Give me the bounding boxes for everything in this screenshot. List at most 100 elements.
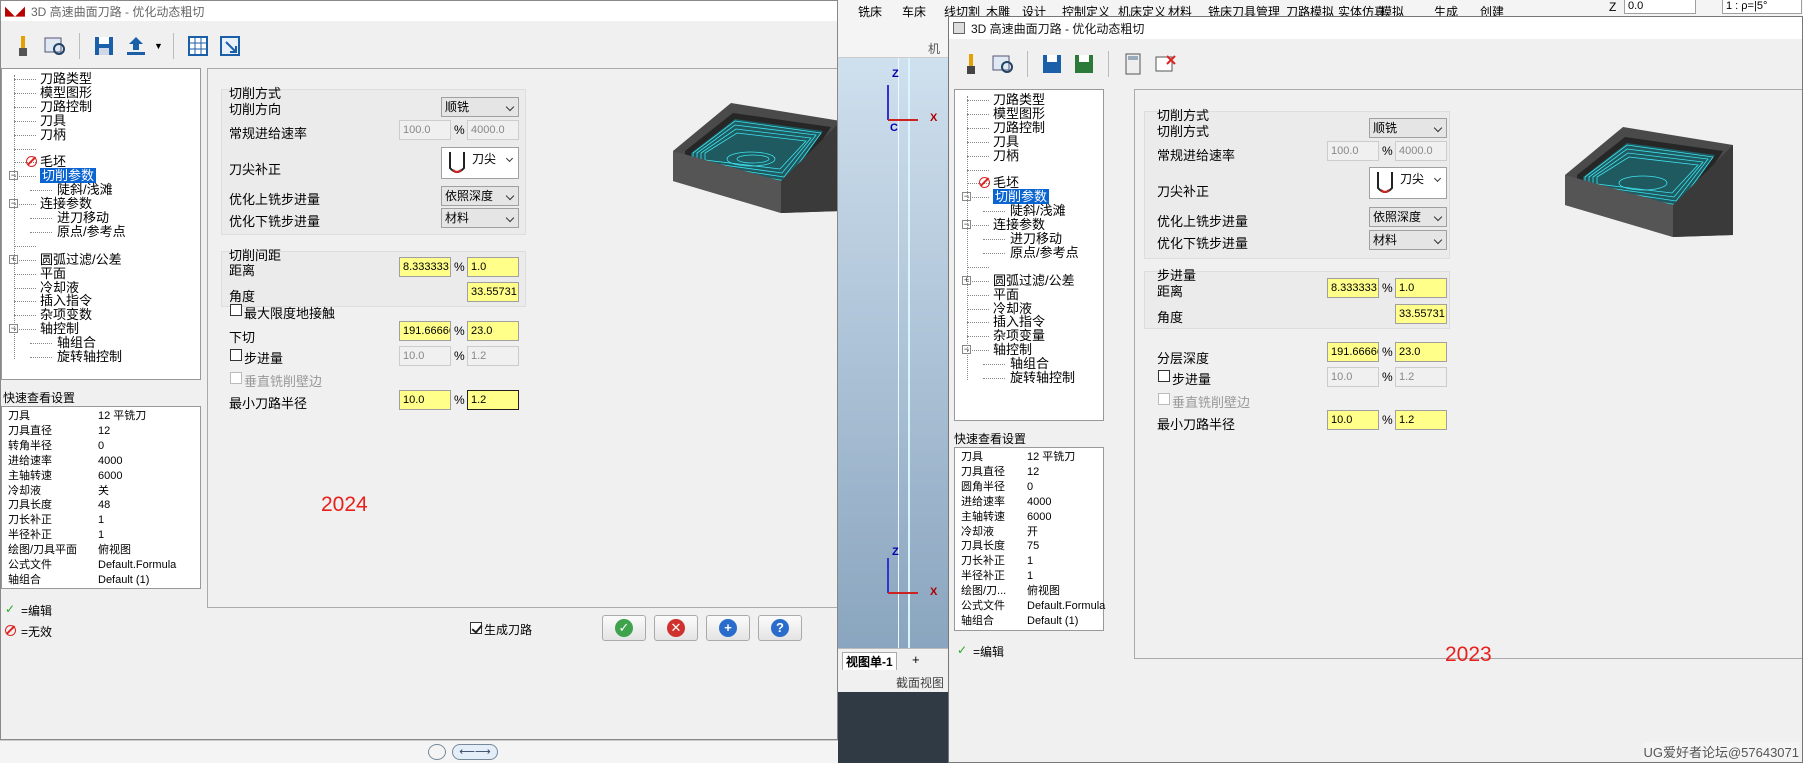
delete-icon[interactable] bbox=[1151, 50, 1179, 78]
arrow-nav-icon[interactable]: ⟵⟶ bbox=[452, 744, 498, 760]
min-radius-input[interactable]: 1.2 bbox=[467, 390, 519, 410]
axis-x-label-2: X bbox=[930, 586, 938, 598]
quick-view-value: 12 平铣刀 bbox=[1027, 451, 1076, 463]
angle-input[interactable]: 33.55731 bbox=[1395, 304, 1447, 324]
tree-item-label: 毛坯 bbox=[993, 175, 1020, 191]
down-cut-input[interactable]: 23.0 bbox=[467, 321, 519, 341]
stepover-checkbox[interactable] bbox=[1158, 370, 1170, 382]
graphics-viewport[interactable]: Z X C Z X bbox=[838, 58, 948, 648]
distance-input[interactable]: 1.0 bbox=[467, 257, 519, 277]
distance-percent-input[interactable]: 8.333333 bbox=[399, 257, 451, 277]
tip-comp-tool-icon bbox=[449, 152, 465, 173]
cancel-button[interactable]: ✕ bbox=[654, 615, 698, 641]
calculator-icon[interactable] bbox=[1119, 50, 1147, 78]
feed-rate-input[interactable]: 4000.0 bbox=[1395, 141, 1447, 161]
dialog-2024-title: 3D 高速曲面刀路 - 优化动态粗切 bbox=[31, 4, 205, 19]
tip-comp-select[interactable]: 刀尖 bbox=[441, 147, 519, 179]
tree-connector bbox=[14, 259, 36, 261]
version-label-2023: 2023 bbox=[1445, 643, 1492, 666]
save-as-icon[interactable] bbox=[1070, 50, 1098, 78]
opt-up-step-select[interactable]: 依照深度 bbox=[441, 186, 519, 206]
quick-view-key: 半径补正 bbox=[8, 529, 52, 542]
tree-connector bbox=[14, 106, 36, 108]
ribbon-tab[interactable]: 车床 bbox=[902, 3, 926, 20]
ribbon-tab[interactable]: 铣床 bbox=[858, 3, 882, 20]
ok-button[interactable]: ✓ bbox=[602, 615, 646, 641]
quick-view-row: 公式文件 Default.Formula bbox=[961, 599, 1105, 614]
tree-item-label: 冷却液 bbox=[40, 279, 80, 295]
stepover-checkbox[interactable] bbox=[230, 349, 242, 361]
opt-up-step-select[interactable]: 依照深度 bbox=[1369, 207, 1447, 227]
tree-item-label: 原点/参考点 bbox=[57, 223, 126, 239]
tree-item-label: 插入指令 bbox=[993, 314, 1046, 330]
down-cut-percent-input[interactable]: 191.66666 bbox=[399, 321, 451, 341]
help-button[interactable]: ? bbox=[758, 615, 802, 641]
export-dropdown-icon[interactable]: ▼ bbox=[154, 41, 163, 51]
feed-rate-input[interactable]: 4000.0 bbox=[467, 120, 519, 140]
min-radius-percent-input[interactable]: 10.0 bbox=[1327, 410, 1379, 430]
quick-view-row: 刀具长度 48 bbox=[8, 498, 196, 513]
distance-percent-input[interactable]: 8.333333 bbox=[1327, 278, 1379, 298]
feed-rate-label: 常规进给速率 bbox=[229, 126, 308, 141]
feed-rate-percent-input[interactable]: 100.0 bbox=[399, 120, 451, 140]
tree-item[interactable]: 原点/参考点 bbox=[1010, 245, 1079, 261]
refresh-icon[interactable] bbox=[428, 744, 446, 760]
generate-toolpath-checkbox[interactable] bbox=[470, 622, 482, 634]
tree-connector bbox=[30, 231, 52, 233]
min-radius-label: 最小刀路半径 bbox=[1157, 417, 1236, 432]
tree-item[interactable]: 刀柄 bbox=[40, 127, 66, 143]
distance-input[interactable]: 1.0 bbox=[1395, 278, 1447, 298]
scale-input[interactable]: 1 : ρ=|5° bbox=[1722, 0, 1802, 14]
quick-view-key: 刀具 bbox=[8, 410, 30, 422]
opt-down-step-select[interactable]: 材料 bbox=[441, 208, 519, 228]
tool-select-icon[interactable] bbox=[957, 50, 985, 78]
calculator-icon[interactable] bbox=[184, 32, 212, 60]
z-depth-input[interactable]: 0.0 bbox=[1624, 0, 1696, 14]
save-icon[interactable] bbox=[90, 32, 118, 60]
invalid-icon bbox=[26, 156, 37, 168]
vertical-wall-checkbox[interactable] bbox=[1158, 393, 1170, 405]
min-radius-percent-input[interactable]: 10.0 bbox=[399, 390, 451, 410]
stepover-percent-input[interactable]: 10.0 bbox=[1327, 367, 1379, 387]
depth-cut-percent-input[interactable]: 191.66666 bbox=[1327, 342, 1379, 362]
quick-view-key: 进给速率 bbox=[8, 454, 52, 467]
feed-rate-percent-input[interactable]: 100.0 bbox=[1327, 141, 1379, 161]
tree-item[interactable]: 刀柄 bbox=[993, 148, 1019, 164]
stepover-input[interactable]: 1.2 bbox=[467, 346, 519, 366]
tree-item-label: 旋转轴控制 bbox=[1010, 370, 1076, 385]
preview-icon[interactable] bbox=[41, 32, 69, 60]
depth-cut-input[interactable]: 23.0 bbox=[1395, 342, 1447, 362]
tree-item[interactable]: 旋转轴控制 bbox=[57, 349, 122, 365]
angle-input[interactable]: 33.55731 bbox=[467, 282, 519, 302]
preview-icon[interactable] bbox=[989, 50, 1017, 78]
viewsheet-tab[interactable]: 视图单-1 bbox=[842, 652, 897, 671]
quick-view-title: 快速查看设置 bbox=[3, 391, 76, 405]
save-icon[interactable] bbox=[1038, 50, 1066, 78]
tree-connector bbox=[967, 100, 989, 101]
cut-direction-select[interactable]: 顺铣 bbox=[441, 97, 519, 117]
vertical-wall-checkbox[interactable] bbox=[230, 372, 242, 384]
min-radius-input[interactable]: 1.2 bbox=[1395, 410, 1447, 430]
tool-select-icon[interactable] bbox=[9, 32, 37, 60]
stepover-input[interactable]: 1.2 bbox=[1395, 367, 1447, 387]
tree-item-label: 进刀移动 bbox=[1010, 231, 1063, 246]
select-arrow-icon[interactable] bbox=[216, 32, 244, 60]
distance-label: 距离 bbox=[1157, 284, 1184, 299]
toolbar-separator-2 bbox=[1108, 51, 1109, 77]
quick-view-key: 刀长补正 bbox=[8, 514, 52, 527]
apply-button[interactable]: + bbox=[706, 615, 750, 641]
cut-direction-select[interactable]: 顺铣 bbox=[1369, 118, 1447, 138]
tree-connector bbox=[14, 92, 36, 94]
opt-down-step-select[interactable]: 材料 bbox=[1369, 230, 1447, 250]
add-viewsheet-button[interactable]: + bbox=[912, 652, 920, 667]
stepover-percent-input[interactable]: 10.0 bbox=[399, 346, 451, 366]
quick-view-row: 轴组合 Default (1) bbox=[8, 573, 196, 588]
quick-view-key: 半径补正 bbox=[961, 570, 1005, 583]
tree-item[interactable]: 原点/参考点 bbox=[57, 224, 126, 240]
tree-item[interactable]: 旋转轴控制 bbox=[1010, 370, 1075, 386]
tip-comp-select[interactable]: 刀尖 bbox=[1369, 167, 1447, 199]
tree-connector bbox=[14, 79, 36, 80]
max-engage-checkbox[interactable] bbox=[230, 304, 242, 316]
export-icon[interactable] bbox=[122, 32, 150, 60]
quick-view-value: 1 bbox=[1027, 555, 1034, 568]
